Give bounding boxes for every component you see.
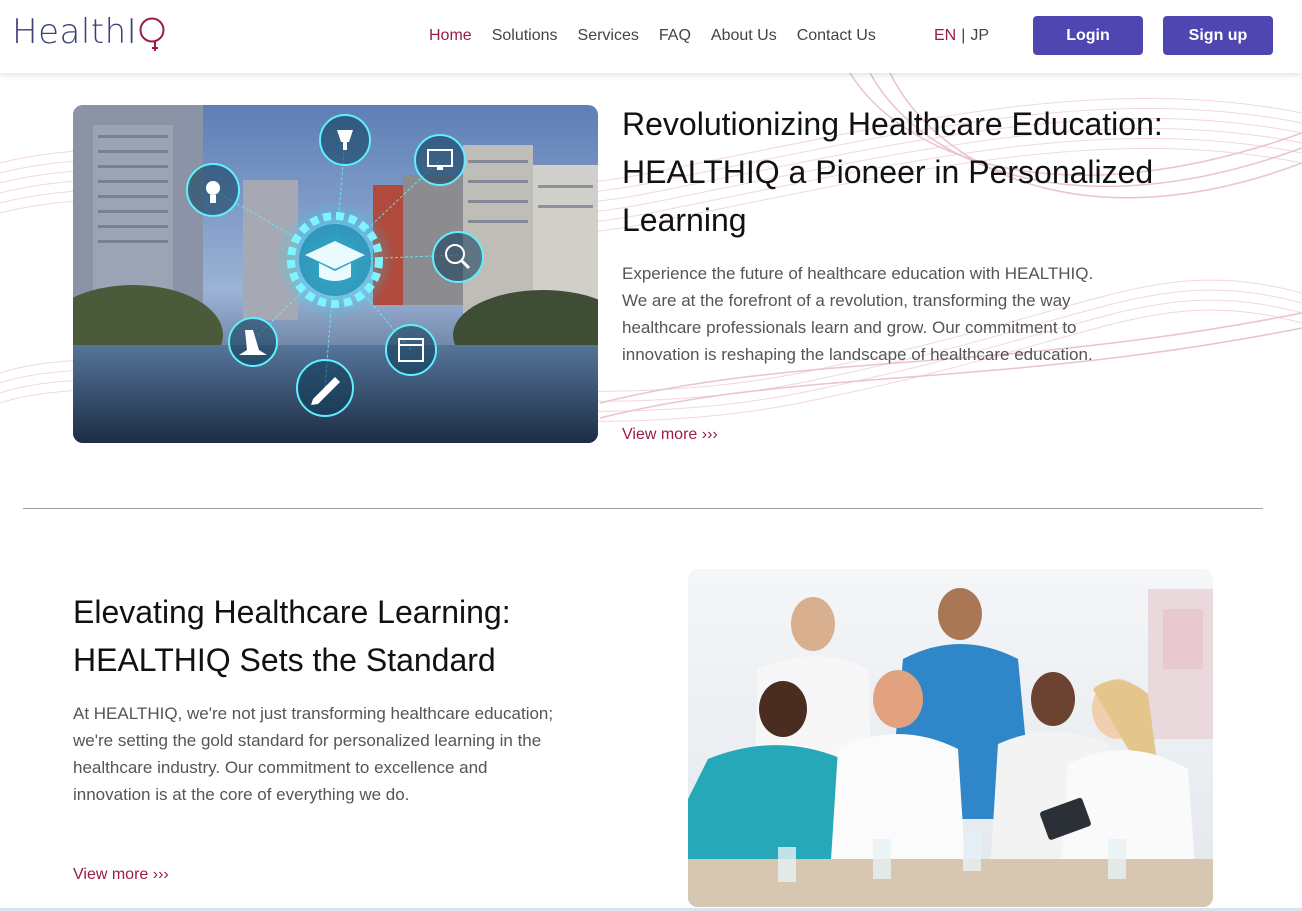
section2-view-more-link[interactable]: View more ››› bbox=[73, 866, 169, 884]
section2-title: Elevating Healthcare Learning: HEALTHIQ … bbox=[73, 594, 511, 678]
logo-i: I bbox=[126, 12, 138, 52]
section2-body: At HEALTHIQ, we're not just transforming… bbox=[73, 704, 554, 804]
section-divider bbox=[23, 508, 1263, 509]
signup-button[interactable]: Sign up bbox=[1163, 16, 1273, 55]
logo-text: Health bbox=[12, 12, 127, 52]
nav-faq[interactable]: FAQ bbox=[659, 24, 691, 48]
lang-separator: | bbox=[961, 27, 966, 44]
lang-jp[interactable]: JP bbox=[970, 27, 989, 44]
nav-services[interactable]: Services bbox=[578, 24, 639, 48]
section1-title: Revolutionizing Healthcare Education: HE… bbox=[622, 106, 1163, 238]
nav-home[interactable]: Home bbox=[429, 24, 472, 48]
lightbulb-icon bbox=[206, 181, 220, 195]
login-button[interactable]: Login bbox=[1033, 16, 1143, 55]
logo-q-icon bbox=[139, 12, 167, 52]
medical-team-image bbox=[688, 569, 1213, 907]
main-nav: Home Solutions Services FAQ About Us Con… bbox=[429, 24, 896, 48]
site-header: Health I Home Solutions Services FAQ Abo… bbox=[0, 0, 1302, 73]
hero-education-image bbox=[73, 105, 598, 443]
lang-en[interactable]: EN bbox=[934, 27, 956, 44]
section1-view-more-link[interactable]: View more ››› bbox=[622, 426, 718, 444]
nav-contact-us[interactable]: Contact Us bbox=[797, 24, 876, 48]
nav-about-us[interactable]: About Us bbox=[711, 24, 777, 48]
section1-body: Experience the future of healthcare educ… bbox=[622, 264, 1094, 364]
language-switcher: EN | JP bbox=[934, 24, 989, 48]
nav-solutions[interactable]: Solutions bbox=[492, 24, 558, 48]
logo[interactable]: Health I bbox=[12, 12, 167, 52]
